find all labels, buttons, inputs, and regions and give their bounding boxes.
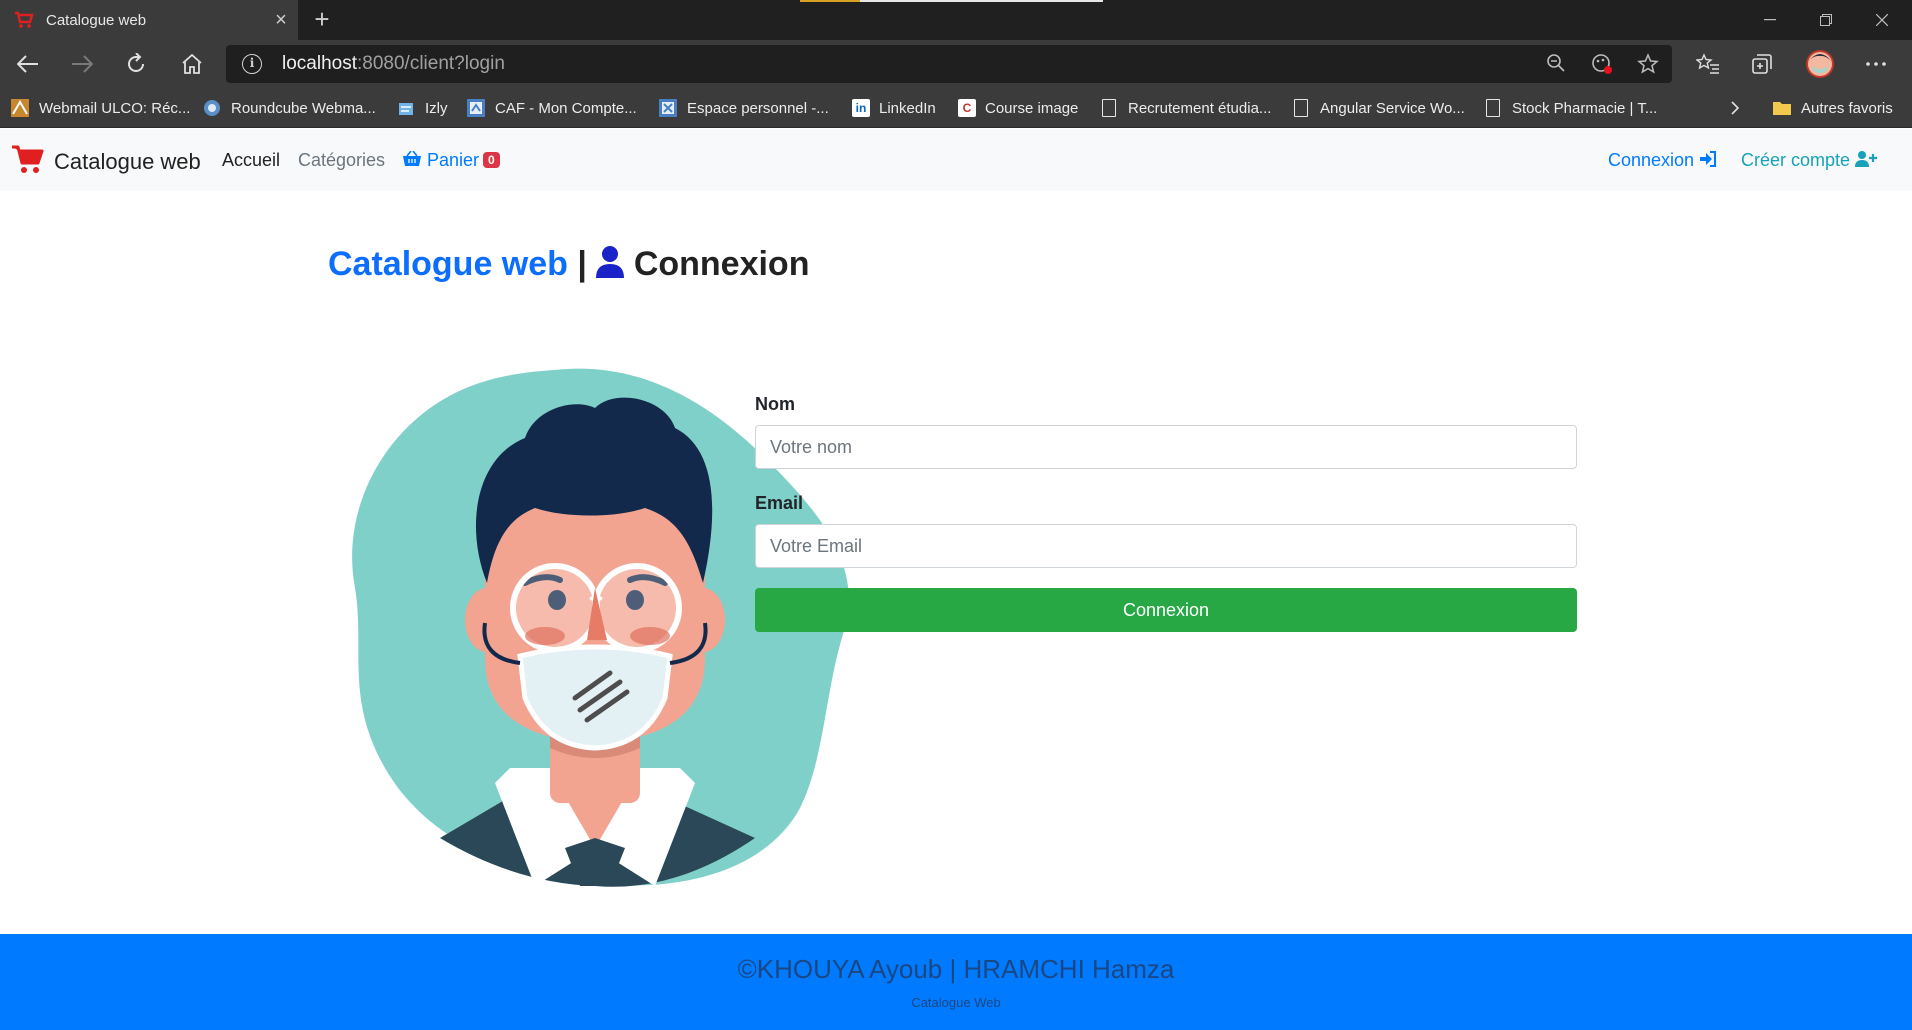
collections-icon[interactable] <box>1742 44 1782 84</box>
bookmarks-bar: Webmail ULCO: Réc... Roundcube Webma... … <box>0 88 1912 128</box>
sign-in-icon <box>1699 150 1717 170</box>
bookmark-course-image[interactable]: C Course image <box>958 96 1078 120</box>
address-bar[interactable]: i localhost:8080/client?login <box>226 45 1672 83</box>
zoom-icon[interactable] <box>1544 53 1568 77</box>
heading-page-name: Connexion <box>633 245 810 283</box>
page-heading: Catalogue web | Connexion <box>328 245 809 284</box>
footer-subtitle: Catalogue Web <box>911 995 1001 1010</box>
bookmark-stock-pharmacie[interactable]: Stock Pharmacie | T... <box>1486 96 1657 120</box>
home-icon[interactable] <box>172 44 212 84</box>
linkedin-icon: in <box>852 99 870 117</box>
nav-link-login[interactable]: Connexion <box>1608 150 1717 171</box>
nav-link-signup[interactable]: Créer compte <box>1741 150 1878 171</box>
brand-name: Catalogue web <box>54 148 201 174</box>
minimize-icon[interactable] <box>1742 0 1798 40</box>
loading-indicator <box>800 0 860 2</box>
tab-close-icon[interactable]: × <box>264 9 298 32</box>
browser-titlebar: Catalogue web × + <box>0 0 1912 40</box>
site-info-icon[interactable]: i <box>242 54 262 74</box>
webmail-icon <box>10 98 30 118</box>
cart-favicon-icon <box>14 10 34 30</box>
login-form: Nom Email Connexion <box>755 394 1577 632</box>
folder-icon <box>1772 98 1792 118</box>
caf-icon <box>466 98 486 118</box>
bookmark-izly[interactable]: Izly <box>396 96 448 120</box>
page-icon <box>1102 99 1116 117</box>
name-input[interactable] <box>755 425 1577 469</box>
brand-link[interactable]: Catalogue web <box>10 143 201 180</box>
bookmark-roundcube[interactable]: Roundcube Webma... <box>202 96 376 120</box>
bookmark-webmail[interactable]: Webmail ULCO: Réc... <box>10 96 190 120</box>
bookmark-other-favorites[interactable]: Autres favoris <box>1772 96 1893 120</box>
user-icon <box>596 245 633 283</box>
refresh-icon[interactable] <box>116 44 156 84</box>
browser-toolbar: i localhost:8080/client?login <box>0 40 1912 88</box>
heading-separator: | <box>577 245 587 283</box>
roundcube-icon <box>202 98 222 118</box>
course-icon: C <box>958 99 976 117</box>
bookmark-linkedin[interactable]: in LinkedIn <box>852 96 936 120</box>
forward-icon[interactable] <box>62 44 102 84</box>
espace-icon <box>658 98 678 118</box>
site-navbar: Catalogue web Accueil Catégories Panier 0… <box>0 129 1912 191</box>
cart-count-badge: 0 <box>483 152 500 168</box>
more-menu-icon[interactable] <box>1856 44 1896 84</box>
favorite-star-icon[interactable] <box>1636 53 1660 77</box>
bookmark-espace[interactable]: Espace personnel -... <box>658 96 829 120</box>
signup-label: Créer compte <box>1741 150 1851 170</box>
basket-icon <box>402 150 427 170</box>
new-tab-button[interactable]: + <box>306 4 338 36</box>
cart-label: Panier <box>427 150 480 170</box>
cart-logo-icon <box>10 143 44 180</box>
footer-authors: ©KHOUYA Ayoub | HRAMCHI Hamza <box>737 954 1175 984</box>
back-icon[interactable] <box>8 44 48 84</box>
loading-track <box>860 0 1103 2</box>
profile-avatar-icon[interactable] <box>1800 44 1840 84</box>
close-window-icon[interactable] <box>1854 0 1910 40</box>
nav-link-cart[interactable]: Panier 0 <box>402 150 500 171</box>
restore-icon[interactable] <box>1798 0 1854 40</box>
name-label: Nom <box>755 394 795 414</box>
izly-icon <box>396 98 416 118</box>
heading-site-name: Catalogue web <box>328 245 568 283</box>
favorites-list-icon[interactable] <box>1688 44 1728 84</box>
nav-link-home[interactable]: Accueil <box>222 150 280 171</box>
email-label: Email <box>755 493 804 513</box>
browser-tab[interactable]: Catalogue web × <box>0 0 298 40</box>
url-text[interactable]: localhost:8080/client?login <box>282 53 505 75</box>
email-input[interactable] <box>755 524 1577 568</box>
page-footer: ©KHOUYA Ayoub | HRAMCHI Hamza Catalogue … <box>0 934 1912 1030</box>
login-label: Connexion <box>1608 150 1695 170</box>
bookmark-angular[interactable]: Angular Service Wo... <box>1294 96 1465 120</box>
user-plus-icon <box>1855 150 1878 170</box>
nav-link-categories[interactable]: Catégories <box>298 150 385 171</box>
login-submit-button[interactable]: Connexion <box>755 588 1577 632</box>
bookmark-caf[interactable]: CAF - Mon Compte... <box>466 96 637 120</box>
bookmark-recrutement[interactable]: Recrutement étudia... <box>1102 96 1271 120</box>
bookmarks-overflow-chevron-icon[interactable] <box>1730 96 1740 120</box>
tracking-prevention-icon[interactable] <box>1590 53 1614 77</box>
page-icon <box>1486 99 1500 117</box>
tab-title: Catalogue web <box>46 11 147 29</box>
page-icon <box>1294 99 1308 117</box>
